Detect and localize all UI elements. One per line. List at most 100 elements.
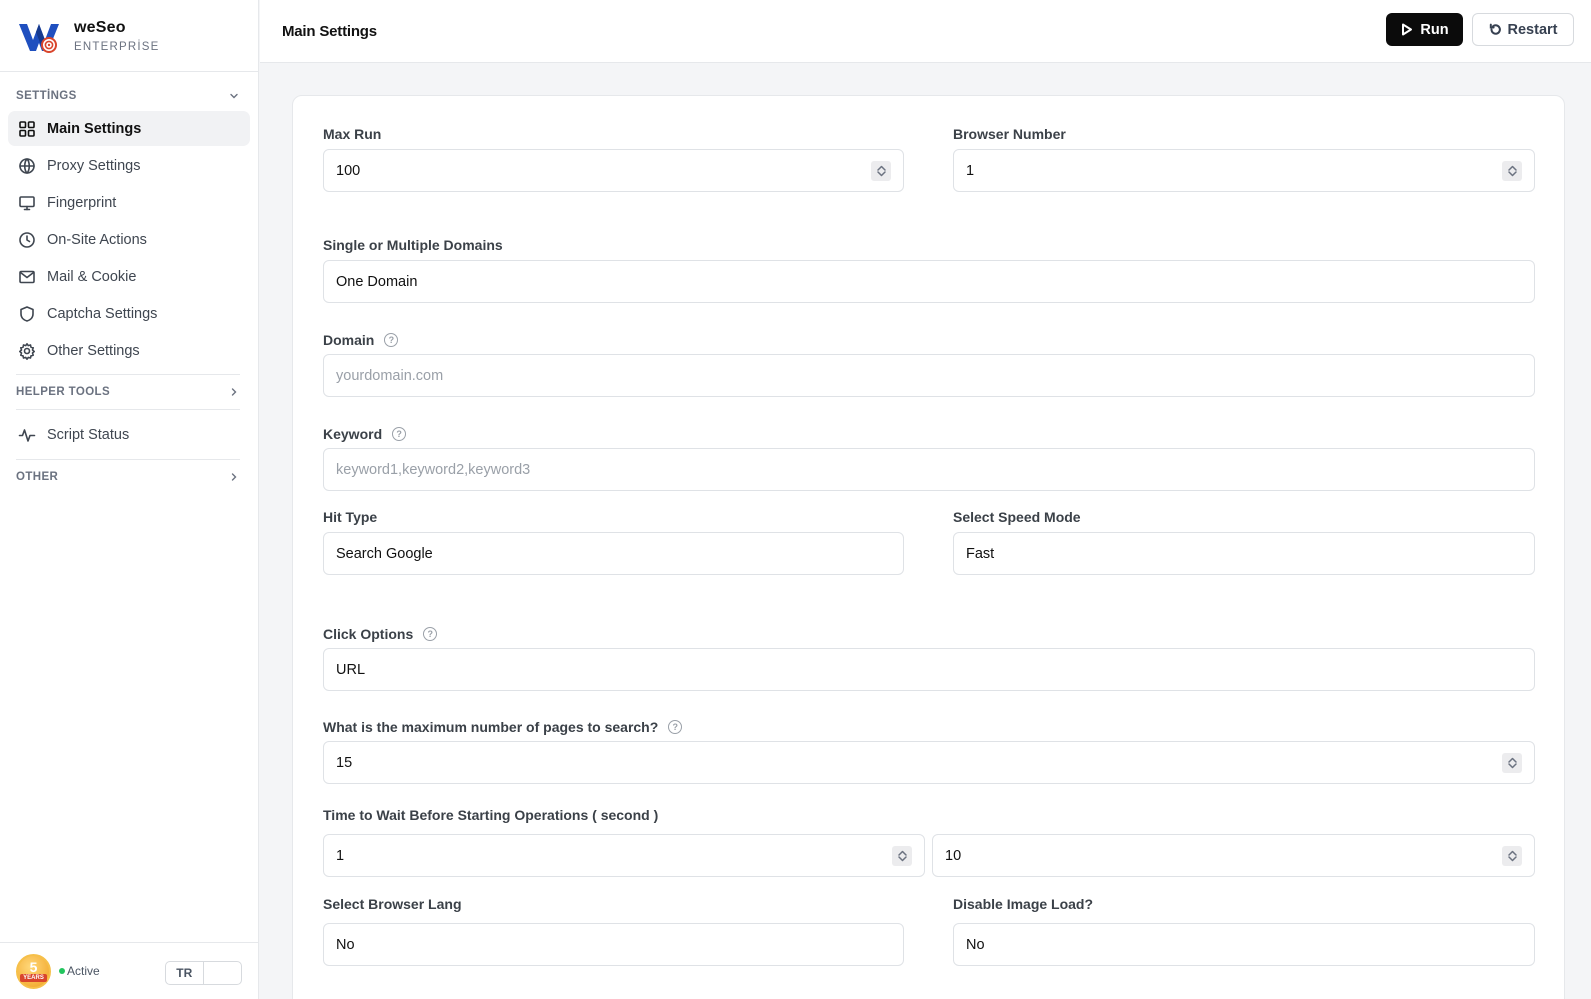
wait-time-min-stepper[interactable]: [892, 846, 912, 866]
keyword-placeholder: keyword1,keyword2,keyword3: [336, 461, 531, 478]
chevron-down-icon: [1507, 171, 1517, 177]
max-run-stepper[interactable]: [871, 161, 891, 181]
hit-type-select[interactable]: Search Google: [323, 532, 904, 575]
wait-time-max-input[interactable]: 10: [932, 834, 1535, 877]
max-pages-label: What is the maximum number of pages to s…: [323, 719, 683, 735]
clock-icon: [19, 231, 35, 248]
sidebar-item-label: Captcha Settings: [47, 305, 158, 322]
top-bar: Main Settings Run Restart: [260, 0, 1591, 63]
domain-input[interactable]: yourdomain.com: [323, 354, 1535, 397]
browser-number-label: Browser Number: [953, 126, 1066, 142]
globe-icon: [19, 157, 35, 174]
page-title: Main Settings: [282, 22, 377, 40]
helper-tools-section-toggle[interactable]: HELPER TOOLS: [0, 375, 258, 409]
activity-icon: [18, 428, 36, 442]
browser-number-stepper[interactable]: [1502, 161, 1522, 181]
chevron-down-icon: [230, 93, 238, 98]
max-pages-stepper[interactable]: [1502, 753, 1522, 773]
sidebar: weSeo ENTERPRİSE SETTİNGS Main Settings …: [0, 0, 259, 999]
chevron-down-icon: [1507, 763, 1517, 769]
click-options-select[interactable]: URL: [323, 648, 1535, 691]
sidebar-item-label: Main Settings: [47, 120, 142, 137]
chevron-down-icon: [876, 171, 886, 177]
chevron-down-icon: [897, 856, 907, 862]
keyword-input[interactable]: keyword1,keyword2,keyword3: [323, 448, 1535, 491]
help-icon[interactable]: ?: [423, 627, 438, 641]
restart-button[interactable]: Restart: [1472, 13, 1574, 46]
sidebar-item-label: Script Status: [47, 426, 130, 443]
domain-label: Domain ?: [323, 332, 399, 348]
sidebar-item-main-settings[interactable]: Main Settings: [8, 111, 250, 146]
restart-icon: [1489, 23, 1501, 35]
sidebar-item-script-status[interactable]: Script Status: [8, 417, 250, 452]
disable-image-value: No: [966, 936, 985, 953]
domains-mode-value: One Domain: [336, 273, 418, 290]
click-options-label: Click Options ?: [323, 626, 438, 642]
help-icon[interactable]: ?: [668, 720, 683, 734]
domains-mode-select[interactable]: One Domain: [323, 260, 1535, 303]
sidebar-item-fingerprint[interactable]: Fingerprint: [8, 185, 250, 220]
max-run-value: 100: [336, 162, 361, 179]
other-section-toggle[interactable]: OTHER: [0, 460, 258, 494]
sidebar-item-mail-cookie[interactable]: Mail & Cookie: [8, 259, 250, 294]
max-pages-input[interactable]: 15: [323, 741, 1535, 784]
wait-time-min-input[interactable]: 1: [323, 834, 925, 877]
sidebar-item-label: Proxy Settings: [47, 157, 141, 174]
hit-type-value: Search Google: [336, 545, 433, 562]
brand-edition: ENTERPRİSE: [74, 40, 160, 53]
settings-card: Max Run 100 Browser Number 1 Single or M…: [292, 95, 1565, 999]
sidebar-item-captcha-settings[interactable]: Captcha Settings: [8, 296, 250, 331]
sidebar-item-label: Other Settings: [47, 342, 140, 359]
help-icon[interactable]: ?: [384, 333, 399, 347]
speed-mode-value: Fast: [966, 545, 995, 562]
badge-number: 5: [29, 959, 38, 975]
sidebar-item-label: On-Site Actions: [47, 231, 147, 248]
domains-mode-label: Single or Multiple Domains: [323, 237, 503, 253]
chevron-right-icon: [231, 473, 237, 481]
settings-section-title: SETTİNGS: [16, 89, 77, 102]
sidebar-item-label: Mail & Cookie: [47, 268, 137, 285]
sidebar-item-other-settings[interactable]: Other Settings: [8, 333, 250, 368]
chevron-right-icon: [231, 388, 237, 396]
wait-time-min-value: 1: [336, 847, 345, 864]
license-status: Active: [59, 964, 100, 978]
run-button[interactable]: Run: [1386, 13, 1463, 46]
keyword-label: Keyword ?: [323, 426, 407, 442]
domain-placeholder: yourdomain.com: [336, 367, 444, 384]
badge-years: YEARS: [20, 974, 47, 982]
sidebar-item-proxy-settings[interactable]: Proxy Settings: [8, 148, 250, 183]
chevron-down-icon: [1507, 856, 1517, 862]
speed-mode-label: Select Speed Mode: [953, 509, 1081, 525]
lang-option-tr[interactable]: TR: [166, 962, 204, 984]
help-icon[interactable]: ?: [392, 427, 407, 441]
lang-option-other[interactable]: [204, 962, 242, 984]
sidebar-footer: 5 YEARS Active TR: [0, 942, 259, 999]
browser-number-value: 1: [966, 162, 975, 179]
max-run-label: Max Run: [323, 126, 382, 142]
play-icon: [1402, 23, 1413, 36]
max-run-input[interactable]: 100: [323, 149, 904, 192]
brand-name: weSeo: [74, 18, 126, 36]
max-pages-value: 15: [336, 754, 353, 771]
other-section-title: OTHER: [16, 471, 59, 483]
restart-label: Restart: [1507, 21, 1558, 38]
status-dot-icon: [59, 968, 65, 974]
disable-image-label: Disable Image Load?: [953, 896, 1094, 912]
disable-image-select[interactable]: No: [953, 923, 1535, 966]
five-years-badge: 5 YEARS: [16, 953, 51, 989]
hit-type-label: Hit Type: [323, 509, 378, 525]
shield-icon: [20, 305, 34, 322]
brand[interactable]: weSeo ENTERPRİSE: [0, 0, 258, 72]
browser-number-input[interactable]: 1: [953, 149, 1535, 192]
click-options-value: URL: [336, 661, 366, 678]
sidebar-item-label: Fingerprint: [47, 194, 117, 211]
sidebar-item-on-site-actions[interactable]: On-Site Actions: [8, 222, 250, 257]
browser-lang-select[interactable]: No: [323, 923, 904, 966]
grid-icon: [19, 120, 35, 137]
run-label: Run: [1420, 21, 1449, 38]
language-switch[interactable]: TR: [165, 961, 242, 985]
speed-mode-select[interactable]: Fast: [953, 532, 1535, 575]
wait-time-max-stepper[interactable]: [1502, 846, 1522, 866]
mail-icon: [19, 270, 35, 283]
settings-section-toggle[interactable]: SETTİNGS: [0, 89, 258, 102]
